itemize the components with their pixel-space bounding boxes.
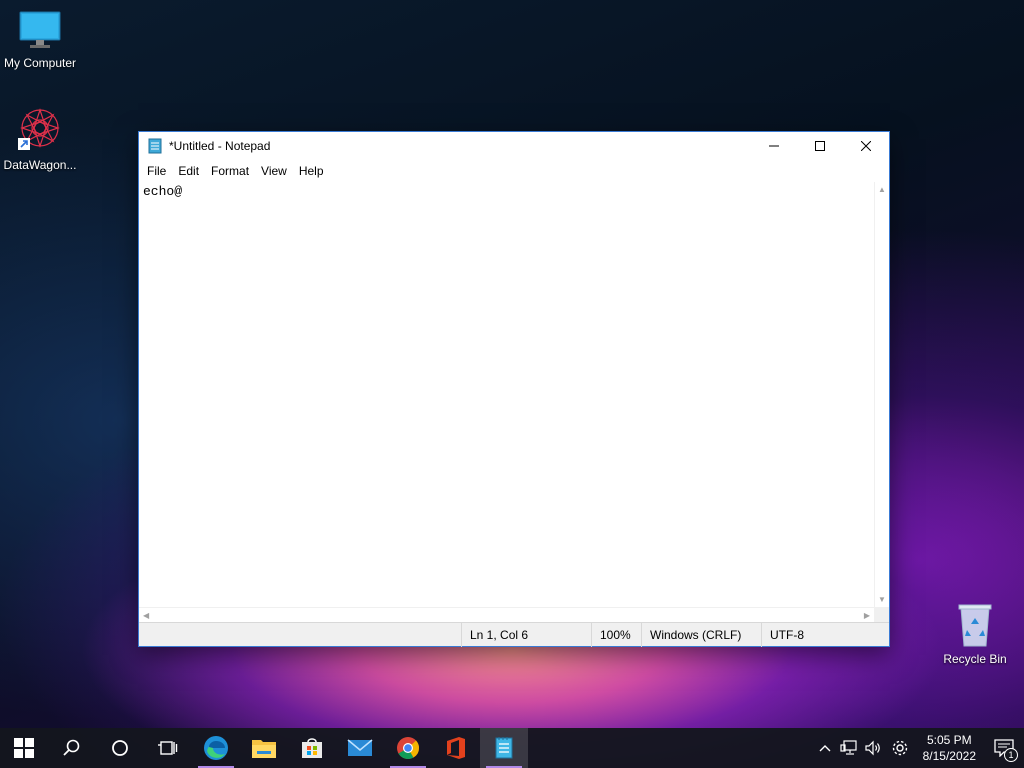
window-title: *Untitled - Notepad <box>169 139 271 153</box>
datawagon-shortcut-icon <box>16 106 64 154</box>
system-tray: 5:05 PM 8/15/2022 1 <box>813 728 1024 768</box>
file-explorer-icon <box>252 740 276 758</box>
status-zoom: 100% <box>591 622 641 647</box>
search-icon <box>63 739 80 756</box>
close-button[interactable] <box>843 132 889 160</box>
clock-date: 8/15/2022 <box>922 749 976 763</box>
menu-help[interactable]: Help <box>293 160 330 182</box>
status-position: Ln 1, Col 6 <box>461 622 591 647</box>
status-encoding: UTF-8 <box>761 622 889 647</box>
mail-icon <box>347 739 373 756</box>
menu-view[interactable]: View <box>255 160 293 182</box>
desktop-icon-datawagon[interactable]: DataWagon... <box>0 106 80 172</box>
task-view-button[interactable] <box>144 728 192 768</box>
notepad-icon <box>147 138 163 154</box>
text-editor[interactable]: echo@ <box>139 182 874 607</box>
edge-icon <box>204 736 228 760</box>
desktop-icon-label: My Computer <box>3 56 77 70</box>
close-icon <box>861 141 871 151</box>
desktop-icon-recycle-bin[interactable]: Recycle Bin <box>935 602 1015 666</box>
notifications-button[interactable]: 1 <box>984 728 1024 768</box>
vertical-scrollbar[interactable]: ▲ ▼ <box>874 182 889 607</box>
notification-badge: 1 <box>1004 748 1018 762</box>
mail-app[interactable] <box>336 728 384 768</box>
search-button[interactable] <box>48 728 96 768</box>
notepad-app[interactable] <box>480 728 528 768</box>
gear-icon <box>892 740 907 756</box>
menu-format[interactable]: Format <box>205 160 255 182</box>
minimize-button[interactable] <box>751 132 797 160</box>
taskbar: 5:05 PM 8/15/2022 1 <box>0 728 1024 768</box>
status-bar: Ln 1, Col 6 100% Windows (CRLF) UTF-8 <box>139 622 889 647</box>
desktop-icon-my-computer[interactable]: My Computer <box>0 10 80 70</box>
maximize-icon <box>815 141 825 151</box>
scroll-up-icon[interactable]: ▲ <box>878 185 886 194</box>
status-line-ending: Windows (CRLF) <box>641 622 761 647</box>
maximize-button[interactable] <box>797 132 843 160</box>
clock[interactable]: 5:05 PM 8/15/2022 <box>915 732 984 764</box>
menu-edit[interactable]: Edit <box>172 160 205 182</box>
file-explorer-app[interactable] <box>240 728 288 768</box>
edge-app[interactable] <box>192 728 240 768</box>
scroll-left-icon[interactable]: ◀ <box>143 611 149 620</box>
volume-button[interactable] <box>861 728 885 768</box>
chrome-icon <box>397 737 419 759</box>
volume-icon <box>865 740 880 756</box>
settings-button[interactable] <box>885 728 915 768</box>
title-bar[interactable]: *Untitled - Notepad <box>139 132 889 160</box>
start-button[interactable] <box>0 728 48 768</box>
show-hidden-icons-button[interactable] <box>813 728 837 768</box>
store-app[interactable] <box>288 728 336 768</box>
desktop-icon-label: Recycle Bin <box>943 652 1007 666</box>
cortana-icon <box>112 740 128 756</box>
network-button[interactable] <box>837 728 861 768</box>
office-icon <box>447 737 465 759</box>
recycle-bin-icon <box>955 602 995 648</box>
desktop-icon-label: DataWagon... <box>3 158 77 172</box>
monitor-icon <box>18 10 62 52</box>
cortana-button[interactable] <box>96 728 144 768</box>
chrome-app[interactable] <box>384 728 432 768</box>
chevron-up-icon <box>819 745 831 752</box>
scroll-down-icon[interactable]: ▼ <box>878 595 886 604</box>
editor-area: echo@ ▲ ▼ ◀ ▶ <box>139 182 889 624</box>
network-icon <box>840 740 857 755</box>
store-icon <box>302 738 322 758</box>
notepad-window: *Untitled - Notepad File Edit Format Vie… <box>138 131 890 647</box>
task-view-icon <box>158 741 178 755</box>
start-icon <box>14 738 34 758</box>
menu-bar: File Edit Format View Help <box>139 160 889 182</box>
office-app[interactable] <box>432 728 480 768</box>
clock-time: 5:05 PM <box>926 733 972 747</box>
minimize-icon <box>769 145 779 147</box>
notepad-taskbar-icon <box>495 737 513 759</box>
scroll-right-icon[interactable]: ▶ <box>864 611 870 620</box>
menu-file[interactable]: File <box>141 160 172 182</box>
